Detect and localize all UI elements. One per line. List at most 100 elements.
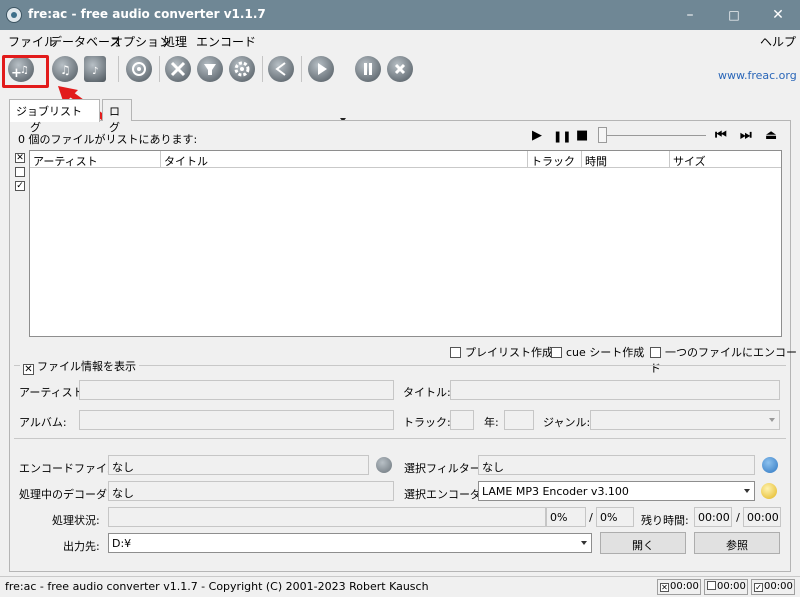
remaining-label: 残り時間: [641, 514, 689, 527]
settings-icon[interactable] [229, 56, 255, 82]
menu-process[interactable]: 処理 [163, 33, 187, 50]
remaining-time-1: 00:00 [694, 507, 732, 527]
status-time-selected: ✓ 00:00 [751, 579, 795, 595]
start-encoding-icon[interactable] [308, 56, 334, 82]
album-label: アルバム: [19, 416, 67, 429]
menu-help[interactable]: ヘルプ [760, 33, 796, 50]
pause-icon[interactable] [355, 56, 381, 82]
select-all-checkbox[interactable]: ✕ [15, 153, 25, 163]
toggle-selection-checkbox[interactable]: ✓ [15, 181, 25, 191]
chevron-down-icon [744, 489, 750, 493]
next-track-button[interactable]: ⏭ [740, 128, 752, 143]
column-header-title[interactable]: タイトル [161, 151, 528, 168]
configure-icon[interactable] [165, 56, 191, 82]
cddb-query-icon[interactable] [126, 56, 152, 82]
unchecked-box-icon [707, 581, 716, 590]
single-file-label: 一つのファイルにエンコード [650, 346, 797, 375]
column-header-time[interactable]: 時間 [582, 151, 670, 168]
cue-sheet-checkbox[interactable] [551, 347, 562, 358]
output-value: D:¥ [112, 537, 132, 550]
column-header-artist[interactable]: アーティスト [30, 151, 161, 168]
single-file-checkbox[interactable] [650, 347, 661, 358]
encoder-dropdown[interactable]: LAME MP3 Encoder v3.100 [478, 481, 755, 501]
track-list[interactable]: アーティスト タイトル トラック 時間 サイズ [29, 150, 782, 337]
column-header-track[interactable]: トラック [528, 151, 582, 168]
track-label: トラック: [403, 416, 451, 429]
single-file-option[interactable]: 一つのファイルにエンコード [650, 344, 800, 376]
open-button[interactable]: 開く [600, 532, 686, 554]
output-label: 出力先: [63, 540, 100, 553]
remaining-slash: / [736, 511, 740, 524]
output-dropdown[interactable]: D:¥ [108, 533, 592, 553]
skip-icon[interactable] [376, 457, 392, 473]
file-info-toggle[interactable]: ✕ ファイル情報を表示 [20, 358, 139, 375]
file-info-checkbox[interactable]: ✕ [23, 364, 34, 375]
status-text: fre:ac - free audio converter v1.1.7 - C… [5, 580, 429, 593]
browse-button[interactable]: 参照 [694, 532, 780, 554]
playlist-checkbox[interactable] [450, 347, 461, 358]
encode-divider [14, 438, 786, 439]
pause-button[interactable]: ❚❚ [553, 130, 571, 143]
seek-bar[interactable] [603, 135, 706, 136]
title-label: タイトル: [403, 386, 451, 399]
album-field[interactable] [79, 410, 394, 430]
cue-sheet-label: cue シート作成 [566, 346, 645, 359]
close-button[interactable]: ✕ [756, 0, 800, 30]
filter-info-icon[interactable] [762, 457, 778, 473]
progress-label: 処理状況: [52, 514, 100, 527]
file-info-label: ファイル情報を表示 [37, 360, 136, 373]
menu-options[interactable]: オプション [111, 33, 171, 50]
playlist-option[interactable]: プレイリスト作成 [450, 344, 553, 360]
progress-percent-2: 0% [596, 507, 634, 527]
artist-field[interactable] [79, 380, 394, 400]
column-header-size[interactable]: サイズ [670, 151, 781, 168]
title-bar: fre:ac - free audio converter v1.1.7 – □… [0, 0, 800, 30]
filter-icon[interactable] [197, 56, 223, 82]
title-field[interactable] [450, 380, 780, 400]
previous-track-button[interactable]: ⏮ [715, 128, 727, 143]
play-button[interactable]: ▶ [532, 128, 542, 143]
selection-filter-label: 選択フィルター: [404, 462, 485, 475]
tab-joblist[interactable]: ジョブリストグ [9, 99, 100, 134]
progress-percent-1: 0% [546, 507, 586, 527]
checkmark-icon: ✓ [754, 583, 763, 592]
selection-filter-field: なし [478, 455, 755, 475]
status-time-total: ✕ 00:00 [657, 579, 701, 595]
tab-joblist-label: ジョブリスト [16, 105, 82, 118]
file-count-text: 0 個のファイルがリストにあります: [18, 133, 198, 146]
minimize-button[interactable]: – [668, 0, 712, 30]
artist-label: アーティスト: [19, 386, 88, 399]
status-bar: fre:ac - free audio converter v1.1.7 - C… [0, 576, 800, 597]
encoder-value: LAME MP3 Encoder v3.100 [482, 485, 629, 498]
status-time-unchecked: 00:00 [704, 579, 748, 595]
toolbar: + ♫ ♫ ♪ [0, 50, 800, 122]
add-file-icon[interactable]: ♪ [84, 56, 106, 82]
cue-sheet-option[interactable]: cue シート作成 [551, 344, 644, 360]
eject-button[interactable]: ⏏ [765, 128, 777, 143]
year-field[interactable] [504, 410, 534, 430]
menu-file[interactable]: ファイル [8, 33, 56, 50]
add-cd-tracks-icon[interactable]: ♫ [52, 56, 78, 82]
decoder-label: 処理中のデコーダ: [19, 488, 111, 501]
genre-dropdown[interactable] [590, 410, 780, 430]
stop-button[interactable]: ■ [576, 128, 588, 143]
decoder-field: なし [108, 481, 394, 501]
stop-icon[interactable] [387, 56, 413, 82]
seek-thumb[interactable] [598, 127, 607, 143]
select-none-checkbox[interactable] [15, 167, 25, 177]
window-title: fre:ac - free audio converter v1.1.7 [28, 7, 266, 21]
menu-encode[interactable]: エンコード [196, 33, 256, 50]
year-label: 年: [484, 416, 499, 429]
encoder-settings-icon[interactable] [761, 483, 777, 499]
menu-bar: ファイル データベース オプション 処理 エンコード ヘルプ [0, 30, 800, 50]
maximize-button[interactable]: □ [712, 0, 756, 30]
track-field[interactable] [450, 410, 474, 430]
share-icon[interactable] [268, 56, 294, 82]
tab-joblist-label-tail: グ [30, 121, 41, 134]
tab-log[interactable]: ログ [102, 99, 132, 134]
genre-label: ジャンル: [543, 416, 591, 429]
chevron-down-icon [769, 418, 775, 422]
website-link[interactable]: www.freac.org [718, 69, 797, 82]
chevron-down-icon [581, 541, 587, 545]
encoder-label: 選択エンコーダ: [404, 488, 485, 501]
